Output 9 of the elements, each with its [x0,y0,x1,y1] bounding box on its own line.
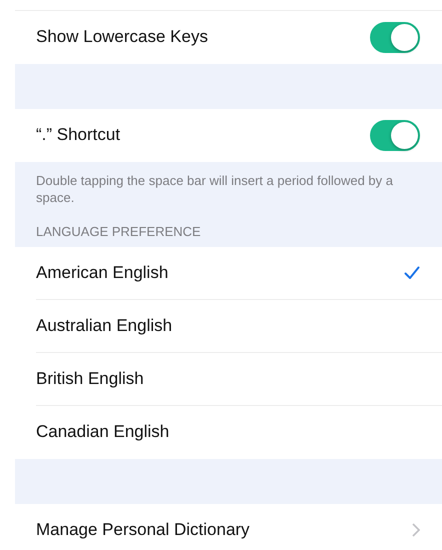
dictionary-link[interactable]: Manage Personal Dictionary [36,504,442,550]
section-header: LANGUAGE PREFERENCE [15,212,442,247]
setting-label: Show Lowercase Keys [36,27,209,47]
toggle-switch[interactable] [370,22,420,52]
setting-label: “.” Shortcut [36,125,122,145]
language-option[interactable]: Canadian English [36,406,442,459]
toggle-switch[interactable] [370,120,420,150]
section-footer: Double tapping the space bar will insert a period followed by a space. [15,162,442,212]
chevron-right-icon [412,523,420,537]
